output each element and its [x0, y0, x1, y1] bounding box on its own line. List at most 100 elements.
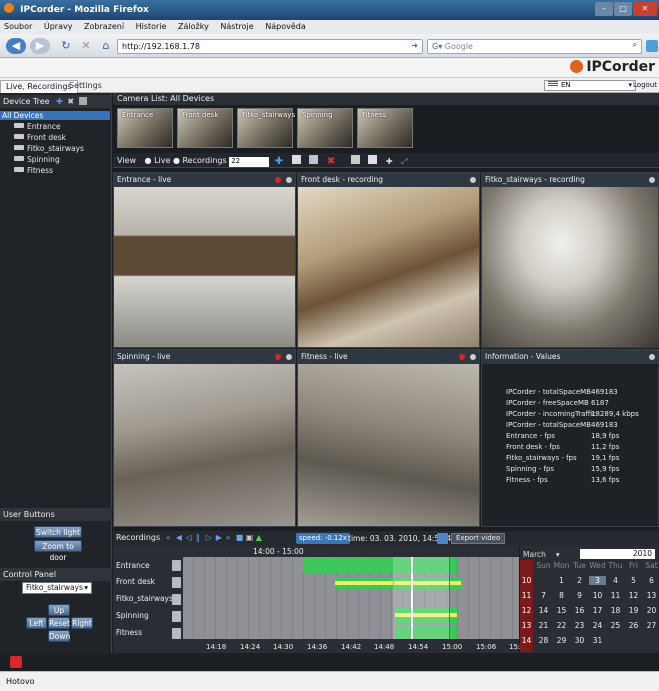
ptz-reset-button[interactable]: Reset [48, 617, 70, 629]
step-forward-icon[interactable]: ▷ [206, 533, 215, 542]
calendar-day[interactable]: 20 [643, 606, 659, 615]
export-icon[interactable]: ▲ [256, 533, 265, 542]
options-icon[interactable] [286, 177, 292, 183]
calendar-icon[interactable] [437, 533, 448, 544]
menu-nastroje[interactable]: Nástroje [220, 22, 253, 31]
edit-device-icon[interactable] [78, 97, 87, 105]
calendar-day[interactable]: 4 [607, 576, 624, 585]
calendar-day[interactable]: 7 [535, 591, 552, 600]
play-icon[interactable]: ▶ [216, 533, 225, 542]
calendar-day[interactable]: 17 [589, 606, 606, 615]
calendar-day[interactable]: 26 [625, 621, 642, 630]
maximize-icon[interactable]: □ [614, 2, 632, 16]
calendar-day[interactable]: 27 [643, 621, 659, 630]
ptz-right-button[interactable]: Right [71, 617, 93, 629]
calendar-day[interactable]: 19 [625, 606, 642, 615]
language-select[interactable]: EN ▾ [544, 80, 636, 91]
rewind-icon[interactable]: ◀ [176, 533, 185, 542]
options-icon[interactable] [470, 177, 476, 183]
search-input[interactable]: G▾ Google ⌕ [427, 39, 642, 54]
ptz-left-button[interactable]: Left [26, 617, 47, 629]
calendar-day[interactable]: 3 [589, 576, 606, 585]
calendar-day[interactable]: 14 [535, 606, 552, 615]
calendar-day[interactable]: 6 [643, 576, 659, 585]
tab-settings[interactable]: Settings [64, 80, 107, 93]
minimize-icon[interactable]: – [595, 2, 613, 16]
grid-icon[interactable] [350, 155, 360, 164]
recordings-radio[interactable]: ● [173, 156, 180, 165]
menu-napoveda[interactable]: Nápověda [265, 22, 306, 31]
record-icon[interactable] [275, 177, 281, 183]
ptz-up-button[interactable]: Up [48, 604, 70, 616]
camera-tile-fitness[interactable]: Fitness - live [297, 349, 480, 527]
rename-view-icon[interactable] [291, 155, 301, 164]
fast-forward-icon[interactable]: » [226, 533, 235, 542]
delete-device-icon[interactable]: ✖ [67, 97, 74, 106]
forward-icon[interactable]: ▶ [30, 38, 50, 54]
tree-item-spinning[interactable]: Spinning [14, 155, 60, 164]
video-feed[interactable] [114, 364, 295, 526]
tree-item-fitness[interactable]: Fitness [14, 166, 53, 175]
camera-thumbnail-spinning[interactable]: Spinning [297, 108, 353, 148]
menu-zalozky[interactable]: Záložky [178, 22, 209, 31]
calendar-day[interactable]: 31 [589, 636, 606, 645]
fullscreen-icon[interactable]: ⤢ [401, 157, 407, 166]
stop-icon[interactable]: ✕ [76, 38, 96, 54]
calendar-day[interactable]: 2 [571, 576, 588, 585]
expand-row-icon[interactable] [172, 594, 181, 605]
menu-historie[interactable]: Historie [136, 22, 167, 31]
expand-row-icon[interactable] [172, 628, 181, 639]
calendar-day[interactable]: 15 [553, 606, 570, 615]
video-feed[interactable] [482, 187, 658, 347]
calendar-day[interactable]: 23 [571, 621, 588, 630]
calendar-day[interactable]: 22 [553, 621, 570, 630]
calendar-day[interactable]: 28 [535, 636, 552, 645]
expand-row-icon[interactable] [172, 560, 181, 571]
layout-select[interactable]: 22 [229, 157, 270, 167]
tree-root-all-devices[interactable]: All Devices [0, 111, 110, 120]
search-engine-icon[interactable]: G▾ [432, 42, 445, 51]
options-icon[interactable] [286, 354, 292, 360]
step-back-icon[interactable]: ◁ [186, 533, 195, 542]
search-icon[interactable]: ⌕ [633, 40, 637, 50]
calendar-day[interactable]: 10 [589, 591, 606, 600]
calendar-day[interactable]: 24 [589, 621, 606, 630]
pause-icon[interactable]: ‖ [196, 533, 205, 542]
calendar-day[interactable]: 11 [607, 591, 624, 600]
camera-thumbnail-entrance[interactable]: Entrance [117, 108, 173, 148]
calendar-day[interactable]: 8 [553, 591, 570, 600]
calendar-day[interactable]: 16 [571, 606, 588, 615]
delete-view-icon[interactable]: ✖ [327, 156, 335, 167]
camera-thumbnail-fitness[interactable]: Fitness [357, 108, 413, 148]
video-feed[interactable] [298, 187, 479, 347]
back-icon[interactable]: ◀ [6, 38, 26, 54]
control-device-select[interactable]: Fitko_stairways ▾ [22, 582, 92, 594]
video-feed[interactable] [114, 187, 295, 347]
go-icon[interactable]: ➜ [411, 41, 418, 50]
calendar-day[interactable]: 12 [625, 591, 642, 600]
camera-tile-entrance[interactable]: Entrance - live [113, 172, 296, 348]
range-end-marker[interactable] [449, 557, 450, 639]
export-video-button[interactable]: Export video [451, 533, 506, 544]
calendar-day[interactable]: 9 [571, 591, 588, 600]
tree-item-front-desk[interactable]: Front desk [14, 133, 66, 142]
zoom-to-door-button[interactable]: Zoom to door [34, 540, 82, 562]
calendar-day[interactable]: 30 [571, 636, 588, 645]
options-icon[interactable] [470, 354, 476, 360]
expand-row-icon[interactable] [172, 611, 181, 622]
calendar-day[interactable]: 21 [535, 621, 552, 630]
camera-tile-front-desk[interactable]: Front desk - recording [297, 172, 480, 348]
options-icon[interactable] [649, 354, 655, 360]
logout-link[interactable]: Logout [633, 81, 657, 89]
add-view-icon[interactable]: ✚ [275, 156, 283, 167]
timeline-grid[interactable] [183, 557, 519, 639]
camera-thumbnail-front-desk[interactable]: Front desk [177, 108, 233, 148]
calendar-day[interactable]: 29 [553, 636, 570, 645]
menu-upravy[interactable]: Úpravy [44, 22, 73, 31]
document-icon[interactable] [368, 155, 378, 164]
ptz-down-button[interactable]: Down [48, 630, 70, 642]
calendar-day[interactable]: 25 [607, 621, 624, 630]
tree-item-entrance[interactable]: Entrance [14, 122, 61, 131]
playhead[interactable] [411, 557, 413, 639]
camera-tile-spinning[interactable]: Spinning - live [113, 349, 296, 527]
